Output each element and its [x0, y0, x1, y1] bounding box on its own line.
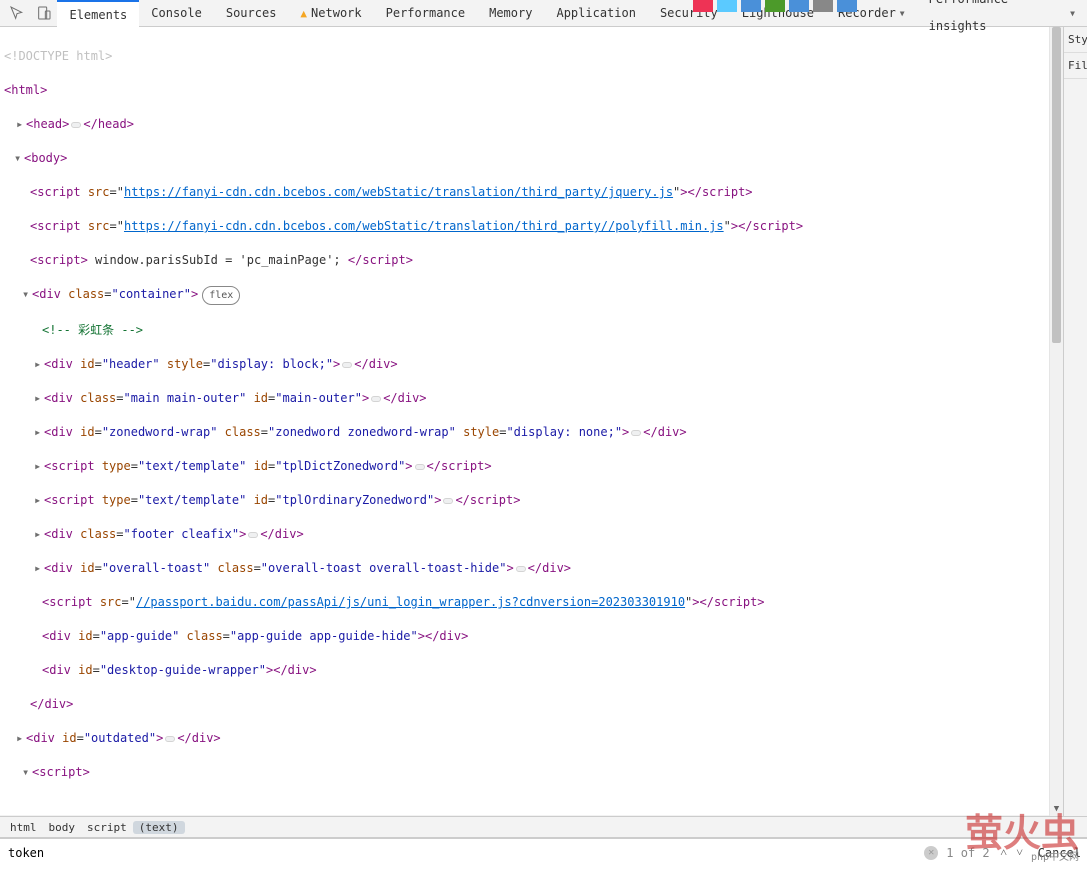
flex-badge[interactable]: flex: [202, 286, 240, 305]
outdated-node[interactable]: ▸<div id="outdated"></div>: [0, 730, 1049, 747]
expand-caret-icon[interactable]: ▸: [34, 560, 44, 577]
styles-tab[interactable]: Style: [1064, 27, 1087, 53]
header-div-node[interactable]: ▸<div id="header" style="display: block;…: [0, 356, 1049, 373]
desktop-guide-node[interactable]: <div id="desktop-guide-wrapper"></div>: [0, 662, 1049, 679]
vertical-scrollbar[interactable]: ▲▼: [1049, 27, 1063, 816]
watermark-subtext: php中文网: [1031, 848, 1079, 863]
footer-node[interactable]: ▸<div class="footer cleafix"></div>: [0, 526, 1049, 543]
crumb-text[interactable]: (text): [133, 821, 185, 834]
expand-caret-icon[interactable]: ▸: [34, 492, 44, 509]
ellipsis-icon[interactable]: [342, 362, 352, 368]
expand-caret-icon[interactable]: ▸: [34, 458, 44, 475]
div-close-node[interactable]: </div>: [0, 696, 1049, 713]
styles-side-panel[interactable]: Style Filte: [1063, 27, 1087, 816]
comment-node[interactable]: <!-- 彩虹条 -->: [0, 322, 1049, 339]
ellipsis-icon[interactable]: [71, 122, 81, 128]
ellipsis-icon[interactable]: [371, 396, 381, 402]
expand-caret-icon[interactable]: ▸: [34, 356, 44, 373]
head-node[interactable]: ▸<head></head>: [0, 116, 1049, 133]
clear-search-icon[interactable]: ✕: [924, 846, 938, 860]
overall-toast-node[interactable]: ▸<div id="overall-toast" class="overall-…: [0, 560, 1049, 577]
crumb-body[interactable]: body: [43, 821, 82, 834]
script-inline-node[interactable]: <script> window.parisSubId = 'pc_mainPag…: [0, 252, 1049, 269]
tab-network[interactable]: ▲Network: [288, 0, 373, 27]
polyfill-src-link[interactable]: https://fanyi-cdn.cdn.bcebos.com/webStat…: [124, 219, 724, 233]
ellipsis-icon[interactable]: [516, 566, 526, 572]
tab-memory[interactable]: Memory: [477, 0, 544, 27]
html-open-tag[interactable]: <html>: [0, 82, 1049, 99]
tab-performance[interactable]: Performance: [374, 0, 477, 27]
collapse-caret-icon[interactable]: ▾: [22, 764, 32, 781]
breadcrumb-bar: html body script (text): [0, 816, 1087, 838]
expand-caret-icon[interactable]: ▸: [16, 730, 26, 747]
tab-elements[interactable]: Elements: [57, 0, 139, 27]
tpl2-node[interactable]: ▸<script type="text/template" id="tplOrd…: [0, 492, 1049, 509]
expand-caret-icon[interactable]: ▸: [16, 116, 26, 133]
app-guide-node[interactable]: <div id="app-guide" class="app-guide app…: [0, 628, 1049, 645]
tab-application[interactable]: Application: [544, 0, 647, 27]
crumb-html[interactable]: html: [4, 821, 43, 834]
tab-sources[interactable]: Sources: [214, 0, 289, 27]
collapse-caret-icon[interactable]: ▾: [14, 150, 24, 167]
chevron-down-icon: ▼: [900, 0, 905, 27]
ellipsis-icon[interactable]: [165, 736, 175, 742]
collapse-caret-icon[interactable]: ▾: [22, 286, 32, 303]
inspect-element-icon[interactable]: [4, 0, 31, 27]
body-open-tag[interactable]: ▾<body>: [0, 150, 1049, 167]
expand-caret-icon[interactable]: ▸: [34, 526, 44, 543]
ellipsis-icon[interactable]: [443, 498, 453, 504]
doctype-node[interactable]: <!DOCTYPE html>: [0, 48, 1049, 65]
expand-caret-icon[interactable]: ▸: [34, 424, 44, 441]
warning-icon: ▲: [300, 7, 307, 20]
dom-tree-pane[interactable]: <!DOCTYPE html> <html> ▸<head></head> ▾<…: [0, 27, 1049, 816]
tpl1-node[interactable]: ▸<script type="text/template" id="tplDic…: [0, 458, 1049, 475]
scroll-thumb[interactable]: [1052, 27, 1061, 343]
passport-script-node[interactable]: <script src="//passport.baidu.com/passAp…: [0, 594, 1049, 611]
crumb-script[interactable]: script: [81, 821, 133, 834]
passport-src-link[interactable]: //passport.baidu.com/passApi/js/uni_logi…: [136, 595, 685, 609]
tab-perf-insights[interactable]: Performance insights▼: [917, 0, 1087, 27]
jquery-src-link[interactable]: https://fanyi-cdn.cdn.bcebos.com/webStat…: [124, 185, 673, 199]
tab-console[interactable]: Console: [139, 0, 214, 27]
ellipsis-icon[interactable]: [631, 430, 641, 436]
script-polyfill-node[interactable]: <script src="https://fanyi-cdn.cdn.bcebo…: [0, 218, 1049, 235]
ellipsis-icon[interactable]: [248, 532, 258, 538]
devtools-tabs-bar: Elements Console Sources ▲Network Perfor…: [0, 0, 1087, 27]
ellipsis-icon[interactable]: [415, 464, 425, 470]
find-bar: ✕ 1 of 2 ˄ ˅ Cancel: [0, 838, 1087, 866]
filter-tab[interactable]: Filte: [1064, 53, 1087, 79]
common-script-open[interactable]: ▾<script>: [0, 764, 1049, 781]
script-text-content[interactable]: window['common'] = { token: 'b1492ca3c71…: [0, 815, 1049, 816]
find-input[interactable]: [6, 844, 924, 862]
zonedword-node[interactable]: ▸<div id="zonedword-wrap" class="zonedwo…: [0, 424, 1049, 441]
browser-extension-icons: [693, 0, 857, 12]
main-outer-node[interactable]: ▸<div class="main main-outer" id="main-o…: [0, 390, 1049, 407]
script-jquery-node[interactable]: <script src="https://fanyi-cdn.cdn.bcebo…: [0, 184, 1049, 201]
chevron-down-icon: ▼: [1070, 0, 1075, 27]
expand-caret-icon[interactable]: ▸: [34, 390, 44, 407]
device-mode-icon[interactable]: [31, 0, 58, 27]
container-div-node[interactable]: ▾<div class="container">flex: [0, 286, 1049, 305]
